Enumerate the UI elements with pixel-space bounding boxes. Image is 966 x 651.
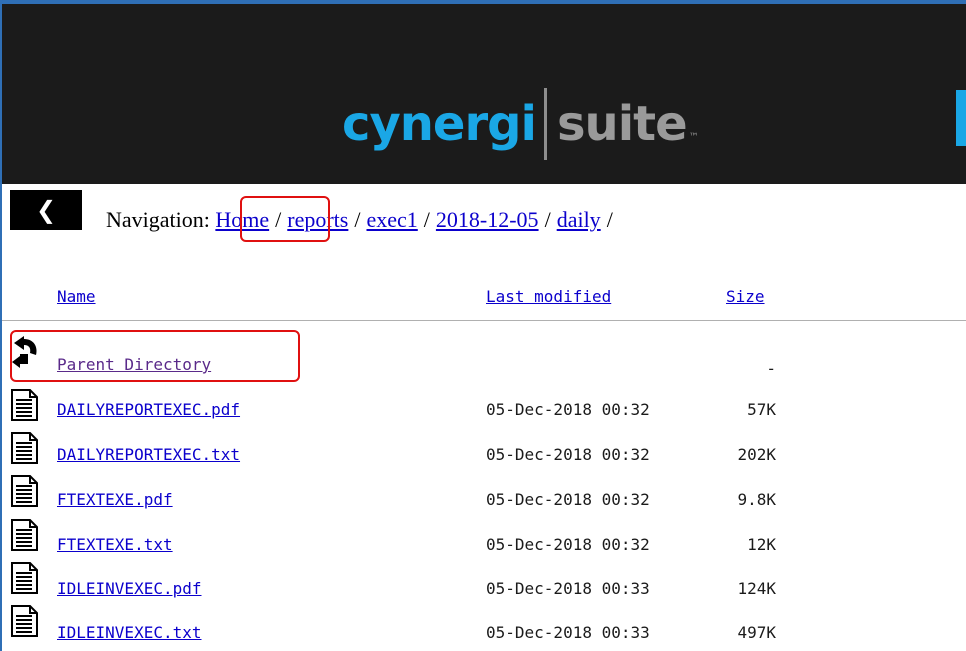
file-last-modified: 05-Dec-2018 00:32 (486, 445, 650, 464)
breadcrumb-exec1-link[interactable]: exec1 (366, 207, 417, 232)
logo-suite-text: suite (556, 96, 688, 152)
home-highlight-box (240, 196, 330, 242)
file-size: 9.8K (737, 490, 776, 509)
file-size: 57K (747, 400, 776, 419)
document-icon (11, 432, 38, 464)
breadcrumb-separator: / (544, 207, 551, 232)
file-size: 497K (737, 623, 776, 642)
back-button[interactable]: ❮ (10, 190, 82, 230)
file-link[interactable]: FTEXTEXE.txt (57, 535, 173, 554)
logo-trademark: ™ (688, 131, 699, 143)
chevron-left-icon: ❮ (35, 196, 57, 224)
file-row: IDLEINVEXEC.txt 05-Dec-2018 00:33 497K (0, 604, 966, 644)
file-link[interactable]: IDLEINVEXEC.txt (57, 623, 202, 642)
breadcrumb-date-link[interactable]: 2018-12-05 (436, 207, 539, 232)
breadcrumb-daily-link[interactable]: daily (557, 207, 601, 232)
breadcrumb-label: Navigation: (106, 207, 210, 232)
file-size: 12K (747, 535, 776, 554)
logo-divider (543, 88, 547, 160)
breadcrumb-separator: / (606, 207, 613, 232)
file-row: DAILYREPORTEXEC.pdf 05-Dec-2018 00:32 57… (0, 388, 966, 428)
breadcrumb-separator: / (354, 207, 361, 232)
file-size: 124K (737, 579, 776, 598)
header-accent-bar (956, 90, 966, 146)
column-header-name[interactable]: Name (57, 287, 96, 306)
parent-directory-highlight-box (10, 330, 300, 382)
file-link[interactable]: DAILYREPORTEXEC.pdf (57, 400, 240, 419)
file-row: FTEXTEXE.txt 05-Dec-2018 00:32 12K (0, 518, 966, 558)
document-icon (11, 605, 38, 637)
column-header-size[interactable]: Size (726, 287, 765, 306)
document-icon (11, 562, 38, 594)
cynergi-suite-logo: cynergi suite ™ (342, 84, 699, 164)
file-last-modified: 05-Dec-2018 00:32 (486, 400, 650, 419)
breadcrumb-separator: / (423, 207, 430, 232)
file-last-modified: 05-Dec-2018 00:32 (486, 535, 650, 554)
file-last-modified: 05-Dec-2018 00:33 (486, 579, 650, 598)
site-header: cynergi suite ™ (2, 4, 966, 184)
file-link[interactable]: IDLEINVEXEC.pdf (57, 579, 202, 598)
file-row: DAILYREPORTEXEC.txt 05-Dec-2018 00:32 20… (0, 431, 966, 471)
file-last-modified: 05-Dec-2018 00:33 (486, 623, 650, 642)
column-header-last-modified[interactable]: Last modified (486, 287, 611, 306)
file-row: IDLEINVEXEC.pdf 05-Dec-2018 00:33 124K (0, 561, 966, 601)
parent-directory-size: - (766, 359, 776, 378)
file-link[interactable]: DAILYREPORTEXEC.txt (57, 445, 240, 464)
document-icon (11, 475, 38, 507)
logo-cynergi-text: cynergi (342, 96, 537, 152)
file-size: 202K (737, 445, 776, 464)
document-icon (11, 389, 38, 421)
file-link[interactable]: FTEXTEXE.pdf (57, 490, 173, 509)
breadcrumb: Navigation: Home / reports / exec1/2018-12-0… (106, 207, 619, 233)
header-divider (2, 320, 966, 321)
document-icon (11, 519, 38, 551)
file-row: FTEXTEXE.pdf 05-Dec-2018 00:32 9.8K (0, 474, 966, 514)
file-last-modified: 05-Dec-2018 00:32 (486, 490, 650, 509)
